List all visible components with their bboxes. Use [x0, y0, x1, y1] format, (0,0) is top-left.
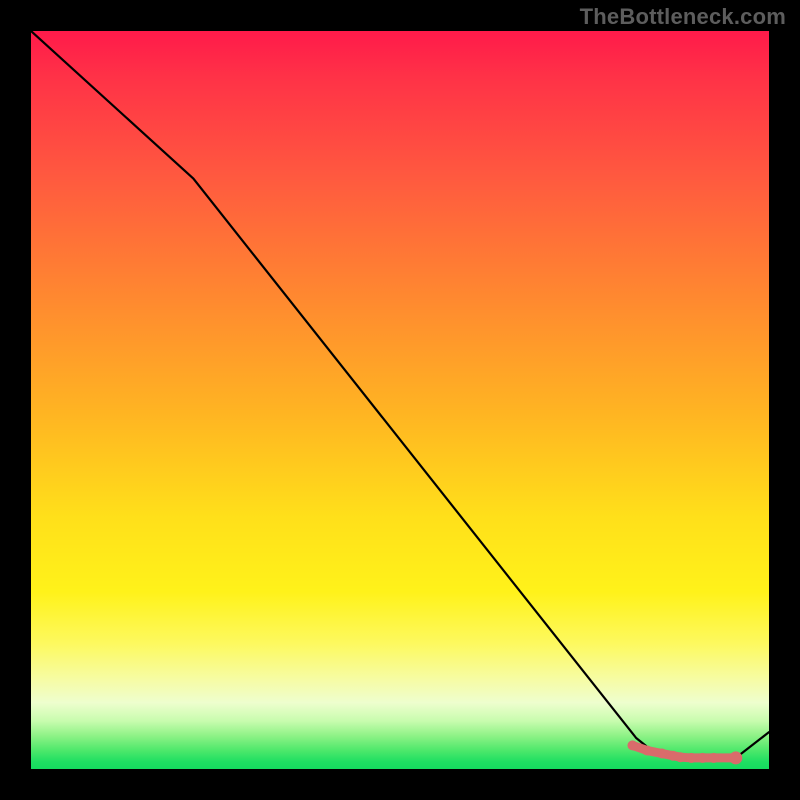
chart-marker-dot [675, 752, 685, 762]
chart-marker-endpoint [729, 751, 742, 764]
chart-marker-dot [642, 746, 652, 756]
chart-marker-dot [698, 753, 708, 763]
chart-svg [31, 31, 769, 769]
watermark-text: TheBottleneck.com [580, 4, 786, 30]
chart-marker-dot [709, 753, 719, 763]
chart-marker-dot [687, 753, 697, 763]
chart-main-line [31, 31, 769, 758]
chart-marker-dot [657, 749, 667, 759]
chart-plot-area [31, 31, 769, 769]
chart-marker-dot [627, 740, 637, 750]
